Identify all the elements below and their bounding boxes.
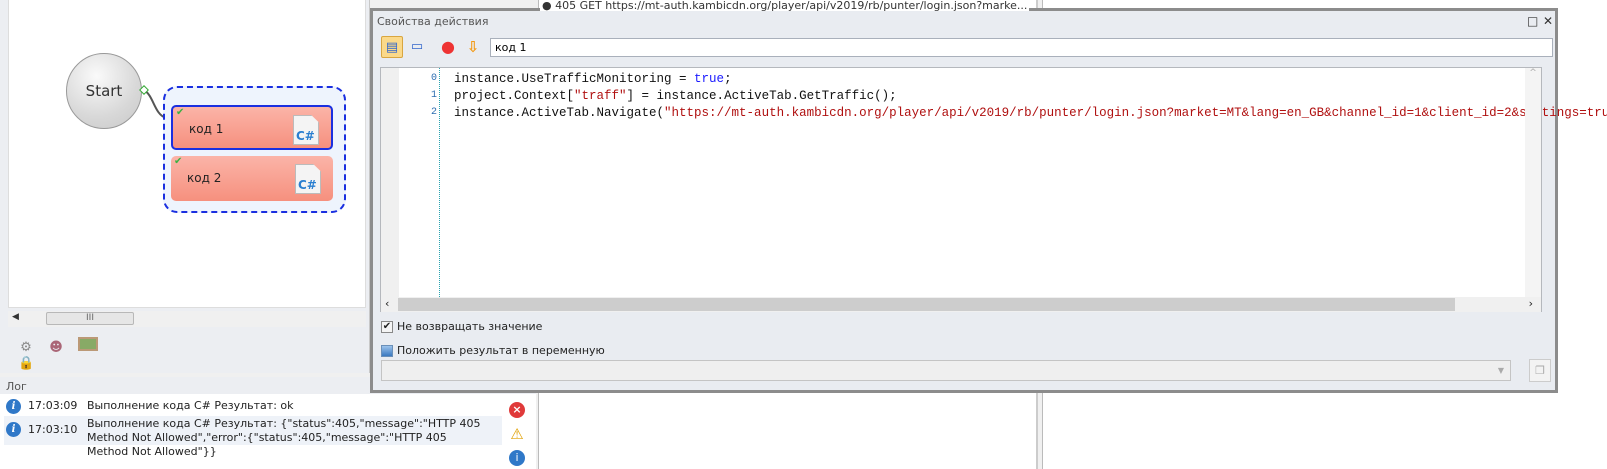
properties-view-icon[interactable]: ▤ (381, 36, 403, 58)
node-code-2[interactable]: ✔ код 2 C# (171, 156, 333, 201)
check-icon: ✔ (174, 156, 183, 167)
stop-icon[interactable]: ● (437, 36, 459, 58)
no-return-label: Не возвращать значение (397, 320, 543, 333)
diagram-scroll-thumb[interactable]: III (46, 312, 134, 325)
maximize-button[interactable]: □ (1527, 14, 1538, 28)
info-filter-icon[interactable]: i (509, 450, 525, 466)
log-time: 17:03:09 (28, 399, 78, 412)
copy-icon[interactable]: ❐ (1529, 359, 1551, 382)
code-editor[interactable]: 0 instance.UseTrafficMonitoring = true; 1 p… (380, 67, 1607, 312)
line-number: 2 (430, 107, 437, 118)
code-token: instance.UseTrafficMonitoring = (454, 72, 695, 86)
store-result-icon[interactable] (381, 345, 393, 357)
editor-vscrollbar[interactable]: ^ (1525, 68, 1541, 297)
info-icon: i (6, 422, 21, 437)
node-label: код 1 (189, 122, 224, 136)
code-token: "https://mt-auth.kambicdn.org/player/api… (664, 106, 1607, 120)
store-result-label: Положить результат в переменную (397, 344, 605, 357)
check-icon: ✔ (176, 107, 185, 118)
gear-icon[interactable]: ⚙ (18, 340, 34, 356)
action-name-input[interactable] (490, 38, 1553, 57)
result-variable-select[interactable]: ▼ (381, 360, 1511, 381)
info-icon: i (6, 399, 21, 414)
log-message: Выполнение кода C# Результат: ok (87, 399, 294, 412)
no-return-checkbox[interactable]: ✔ (381, 321, 393, 333)
log-row[interactable]: i 17:03:09 Выполнение кода C# Результат: o… (4, 399, 502, 416)
traffic-row[interactable]: ● 405 GET https://mt-auth.kambicdn.org/p… (540, 0, 1030, 11)
node-code-1[interactable]: ✔ код 1 C# (171, 105, 333, 150)
node-label: код 2 (187, 171, 222, 185)
code-token: project.Context[ (454, 89, 575, 103)
event-view-icon[interactable]: ▭ (406, 36, 428, 58)
error-filter-icon[interactable]: × (509, 402, 525, 418)
line-number: 1 (430, 90, 437, 101)
action-properties-dialog: Свойства действия □ ✕ ▤ ▭ ● ⇩ 0 instance.… (370, 8, 1607, 393)
diagram-toolbar: ⚙ ☻ 🔒 (18, 337, 138, 371)
code-token: instance.ActiveTab.Navigate( (454, 106, 665, 120)
user-icon[interactable]: ☻ (48, 340, 64, 356)
code-line[interactable]: project.Context["traff"] = instance.Acti… (454, 89, 897, 103)
close-button[interactable]: ✕ (1543, 14, 1553, 28)
log-message: Выполнение кода C# Результат: {"status":… (87, 417, 481, 458)
lock-icon[interactable]: 🔒 (18, 356, 34, 372)
dialog-title: Свойства действия (377, 15, 489, 28)
code-line[interactable]: instance.UseTrafficMonitoring = true; (454, 72, 732, 86)
log-time: 17:03:10 (28, 423, 78, 436)
board-icon[interactable] (78, 337, 98, 351)
csharp-file-icon: C# (293, 115, 319, 145)
log-row[interactable]: i 17:03:10 Выполнение кода C# Результат: {… (4, 416, 502, 458)
code-token: true (694, 72, 725, 86)
warning-filter-icon[interactable]: ⚠ (509, 426, 525, 442)
editor-gutter (381, 68, 399, 297)
code-line[interactable]: instance.ActiveTab.Navigate("https://mt-… (454, 106, 1607, 120)
editor-hscroll-thumb[interactable] (398, 298, 1455, 311)
editor-hscrollbar[interactable]: ‹ › (381, 297, 1541, 312)
code-token: "traff" (574, 89, 627, 103)
start-node[interactable]: Start (66, 53, 142, 129)
arrow-down-icon[interactable]: ⇩ (462, 36, 484, 58)
gutter-divider (439, 68, 440, 297)
code-token: ; (724, 72, 732, 86)
csharp-file-icon: C# (295, 164, 321, 194)
line-number: 0 (430, 73, 437, 84)
code-token: ] = instance.ActiveTab.GetTraffic(); (626, 89, 897, 103)
